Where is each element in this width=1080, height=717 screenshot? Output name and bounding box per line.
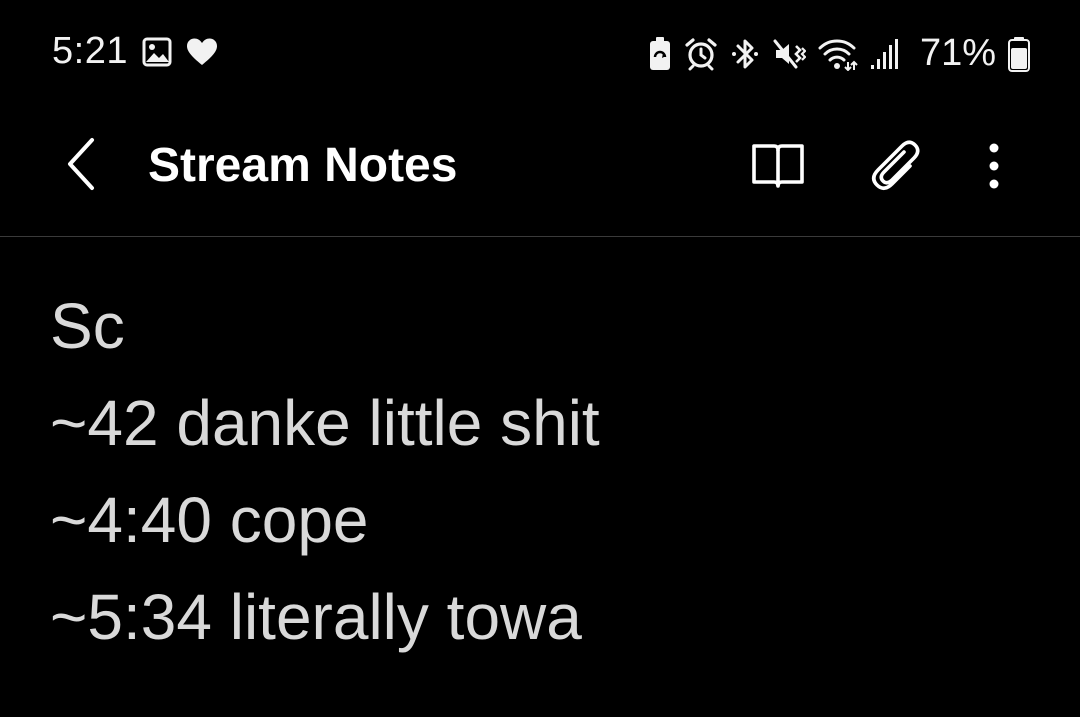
app-bar: Stream Notes bbox=[0, 110, 1080, 236]
app-bar-divider bbox=[0, 236, 1080, 237]
status-bar: 5:21 71% bbox=[0, 0, 1080, 110]
back-button[interactable] bbox=[58, 132, 110, 196]
wifi-icon bbox=[818, 37, 858, 71]
battery-percent: 71% bbox=[919, 32, 996, 74]
note-body[interactable]: Sc ~42 danke little shit ~4:40 cope ~5:3… bbox=[50, 278, 1050, 666]
page-title: Stream Notes bbox=[148, 139, 458, 192]
note-line[interactable]: ~42 danke little shit bbox=[50, 375, 1050, 472]
heart-icon bbox=[186, 37, 218, 67]
gallery-icon bbox=[142, 37, 172, 67]
mute-vibrate-icon bbox=[772, 37, 806, 71]
paperclip-icon bbox=[866, 134, 926, 194]
bluetooth-icon bbox=[730, 37, 760, 71]
chevron-left-icon bbox=[58, 132, 110, 196]
signal-icon bbox=[870, 38, 898, 70]
note-line[interactable]: ~5:34 literally towa bbox=[50, 569, 1050, 666]
alarm-icon bbox=[684, 37, 718, 71]
note-line[interactable]: ~4:40 cope bbox=[50, 472, 1050, 569]
more-vertical-icon bbox=[976, 138, 1012, 194]
status-time: 5:21 bbox=[52, 30, 128, 72]
status-right-icons: 71% bbox=[648, 32, 1030, 75]
note-line[interactable]: Sc bbox=[50, 278, 1050, 375]
battery-saver-icon bbox=[648, 36, 672, 72]
status-left-icons bbox=[142, 37, 218, 67]
reading-mode-icon bbox=[748, 138, 808, 194]
attach-button[interactable] bbox=[866, 134, 926, 194]
battery-icon bbox=[1008, 36, 1030, 72]
more-options-button[interactable] bbox=[976, 138, 1012, 194]
reading-mode-button[interactable] bbox=[748, 138, 808, 194]
